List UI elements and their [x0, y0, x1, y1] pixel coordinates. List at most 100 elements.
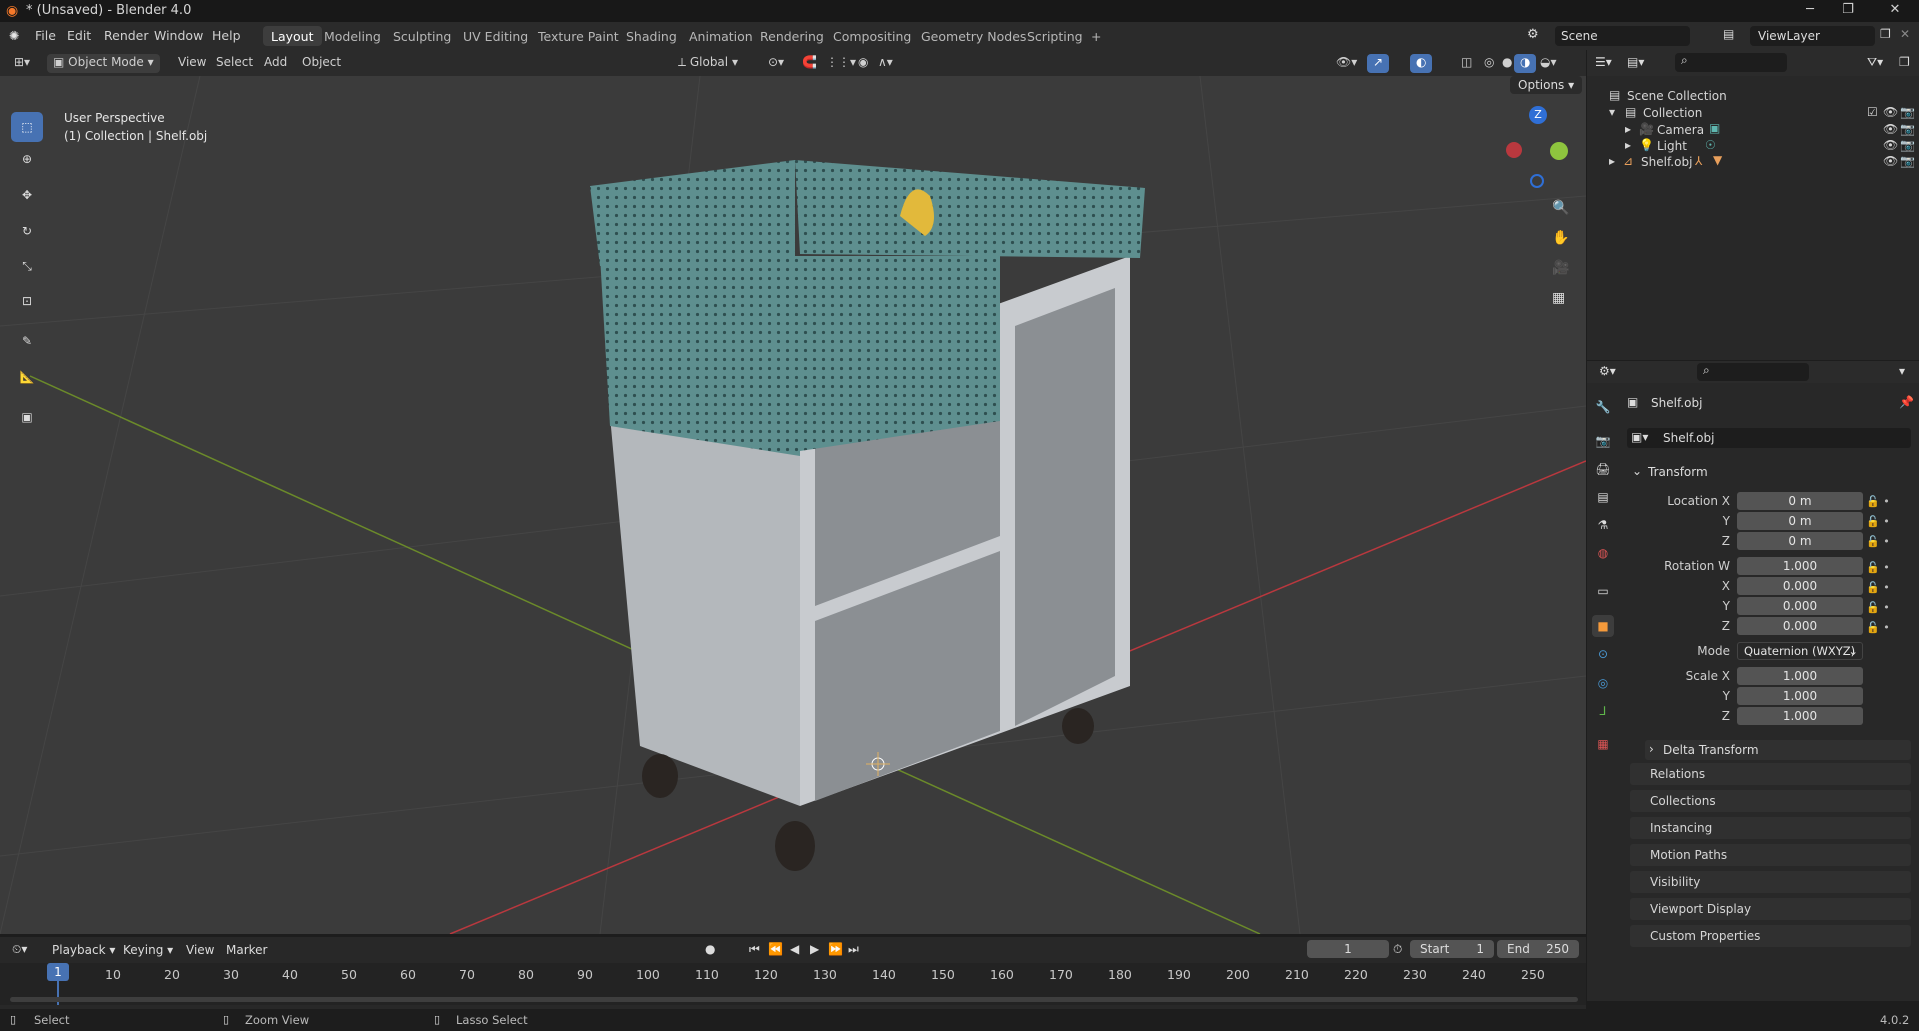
- rendered-shading-icon[interactable]: ◒▾: [1534, 54, 1563, 73]
- end-frame-field[interactable]: End 250: [1497, 940, 1579, 958]
- eye-icon[interactable]: 👁: [1883, 122, 1898, 136]
- tab-modeling[interactable]: Modeling: [316, 26, 389, 46]
- minimize-button[interactable]: ─: [1795, 2, 1825, 17]
- 3d-viewport[interactable]: ⬚ ⊕ ✥ ↻ ⤡ ⊡ ✎ 📐 ▣ User Perspective (1) C…: [0, 76, 1586, 934]
- transform-panel-header[interactable]: ⌄ Transform: [1630, 462, 1911, 482]
- camera-data-icon[interactable]: ▣: [1709, 121, 1720, 135]
- texture-tab-icon[interactable]: ▦: [1592, 733, 1614, 755]
- measure-tool[interactable]: 📐: [11, 362, 43, 392]
- object-mode-dropdown[interactable]: ▣ Object Mode ▾: [47, 54, 160, 73]
- world-tab-icon[interactable]: ◍: [1592, 542, 1614, 564]
- scene-tab-icon[interactable]: ⚗: [1592, 514, 1614, 536]
- scale-x-field[interactable]: 1.000: [1737, 667, 1863, 685]
- collection-tab-icon[interactable]: ▭: [1592, 580, 1614, 602]
- lock-icon[interactable]: 🔓 •: [1866, 512, 1906, 532]
- maximize-button[interactable]: ❐: [1833, 2, 1863, 17]
- pivot-icon[interactable]: ⊙▾: [762, 54, 790, 73]
- playback-menu[interactable]: Playback ▾: [52, 943, 115, 957]
- zoom-icon[interactable]: 🔍: [1552, 200, 1569, 216]
- falloff-icon[interactable]: ∧▾: [872, 54, 899, 73]
- render-camera-icon[interactable]: 📷: [1900, 122, 1915, 136]
- render-camera-icon[interactable]: 📷: [1900, 138, 1915, 152]
- lock-icon[interactable]: 🔓 •: [1866, 598, 1906, 618]
- scene-selector-icon[interactable]: ⚙: [1527, 27, 1539, 42]
- transform-orientation-dropdown[interactable]: ⟂ Global ▾: [672, 54, 744, 73]
- menu-add[interactable]: Add: [258, 54, 293, 73]
- tab-geometry-nodes[interactable]: Geometry Nodes: [913, 26, 1034, 46]
- tab-sculpting[interactable]: Sculpting: [385, 26, 459, 46]
- tab-scripting[interactable]: Scripting: [1019, 26, 1091, 46]
- rotation-w-field[interactable]: 1.000: [1737, 557, 1863, 575]
- play-reverse-icon[interactable]: ◀: [790, 942, 799, 956]
- mesh-data-icon[interactable]: ▼: [1713, 153, 1722, 167]
- properties-editor-icon[interactable]: ⚙▾: [1599, 364, 1616, 378]
- move-tool[interactable]: ✥: [11, 180, 43, 210]
- pan-hand-icon[interactable]: ✋: [1552, 230, 1569, 246]
- next-keyframe-icon[interactable]: ⏩: [828, 942, 843, 956]
- blender-menu-icon[interactable]: ✺: [9, 28, 19, 43]
- panel-custom-properties[interactable]: Custom Properties: [1630, 925, 1911, 947]
- expand-arrow-icon[interactable]: ▸: [1625, 138, 1631, 152]
- lock-icon[interactable]: 🔓 •: [1866, 532, 1906, 552]
- annotate-tool[interactable]: ✎: [11, 326, 43, 356]
- cursor-tool[interactable]: ⊕: [11, 144, 43, 174]
- pin-icon[interactable]: 📌: [1899, 395, 1914, 409]
- location-z-field[interactable]: 0 m: [1737, 532, 1863, 550]
- object-tab-icon[interactable]: ■: [1592, 615, 1614, 637]
- light-data-icon[interactable]: ☉: [1705, 138, 1716, 152]
- viewlayer-icon[interactable]: ▤: [1723, 27, 1734, 41]
- gizmo-toggle-icon[interactable]: ↗: [1367, 54, 1390, 73]
- start-frame-field[interactable]: Start 1: [1410, 940, 1494, 958]
- eye-icon[interactable]: 👁: [1883, 105, 1898, 119]
- navigation-gizmo[interactable]: Z: [1500, 106, 1576, 188]
- expand-arrow-icon[interactable]: ▾: [1609, 105, 1615, 119]
- camera-view-icon[interactable]: 🎥: [1552, 260, 1569, 276]
- gizmo-neg-z-axis[interactable]: [1530, 174, 1544, 188]
- eye-icon[interactable]: 👁: [1883, 154, 1898, 168]
- close-button[interactable]: ✕: [1880, 2, 1910, 17]
- expand-arrow-icon[interactable]: ▸: [1609, 154, 1615, 168]
- tab-layout[interactable]: Layout: [263, 26, 322, 46]
- expand-arrow-icon[interactable]: ▸: [1625, 122, 1631, 136]
- tab-animation[interactable]: Animation: [681, 26, 761, 46]
- play-icon[interactable]: ▶: [810, 942, 819, 956]
- outliner-editor-icon[interactable]: ☰▾: [1595, 55, 1612, 69]
- render-tab-icon[interactable]: 📷: [1592, 430, 1614, 452]
- rotation-z-field[interactable]: 0.000: [1737, 617, 1863, 635]
- new-viewlayer-icon[interactable]: ❐: [1880, 27, 1891, 41]
- menu-window[interactable]: Window: [154, 28, 203, 43]
- properties-options-icon[interactable]: ▾: [1899, 364, 1905, 378]
- playhead[interactable]: 1: [47, 963, 69, 981]
- menu-select[interactable]: Select: [210, 54, 259, 73]
- view-layer-tab-icon[interactable]: ▤: [1592, 486, 1614, 508]
- tool-tab-icon[interactable]: 🔧: [1592, 396, 1614, 418]
- frame-ruler[interactable]: 1 10 20 30 40 50 60 70 80 90 100 110 120 130 140 150 16…: [0, 963, 1586, 1005]
- scale-tool[interactable]: ⤡: [11, 251, 43, 281]
- display-mode-icon[interactable]: ▤▾: [1627, 55, 1644, 69]
- gizmo-z-axis[interactable]: Z: [1529, 106, 1547, 124]
- stopwatch-icon[interactable]: ⏱: [1393, 942, 1402, 957]
- panel-viewport-display[interactable]: Viewport Display: [1630, 898, 1911, 920]
- menu-edit[interactable]: Edit: [67, 28, 91, 43]
- record-icon[interactable]: ●: [705, 942, 715, 956]
- visibility-icon[interactable]: 👁▾: [1330, 54, 1363, 73]
- tab-shading[interactable]: Shading: [618, 26, 685, 46]
- location-y-field[interactable]: 0 m: [1737, 512, 1863, 530]
- render-camera-icon[interactable]: 📷: [1900, 154, 1915, 168]
- transform-tool[interactable]: ⊡: [11, 286, 43, 316]
- snap-icon[interactable]: 🧲: [796, 54, 823, 73]
- current-frame-field[interactable]: 1: [1307, 940, 1389, 958]
- add-workspace-button[interactable]: +: [1083, 26, 1109, 46]
- scene-field[interactable]: Scene: [1555, 26, 1690, 46]
- constraints-tab-icon[interactable]: ⅃: [1592, 700, 1614, 722]
- rotation-mode-dropdown[interactable]: Quaternion (WXYZ) ⌄: [1737, 642, 1863, 660]
- outliner-item-shelf[interactable]: ▸ ⊿ Shelf.obj ⅄ ▼ 👁 📷: [1587, 152, 1919, 172]
- scale-z-field[interactable]: 1.000: [1737, 707, 1863, 725]
- rotate-tool[interactable]: ↻: [11, 216, 43, 246]
- location-x-field[interactable]: 0 m: [1737, 492, 1863, 510]
- physics-tab-icon[interactable]: ◎: [1592, 672, 1614, 694]
- overlay-toggle-icon[interactable]: ◐: [1410, 54, 1433, 73]
- prev-keyframe-icon[interactable]: ⏪: [768, 942, 783, 956]
- select-box-tool[interactable]: ⬚: [11, 112, 43, 142]
- menu-object[interactable]: Object: [296, 54, 347, 73]
